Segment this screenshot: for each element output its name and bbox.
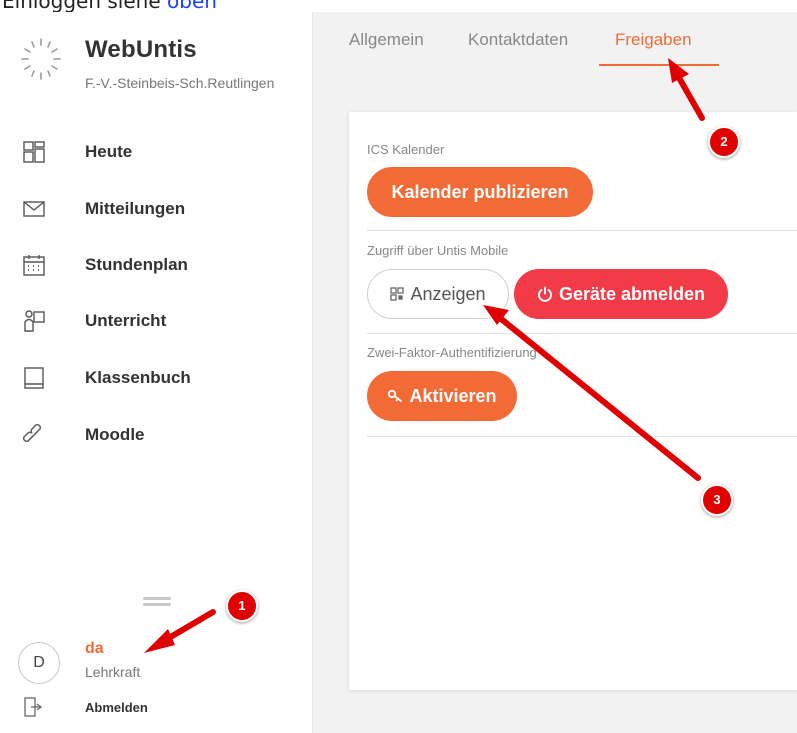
sidebar: WebUntis F.-V.-Steinbeis-Sch.Reutlingen … xyxy=(0,12,313,733)
sidebar-resize-handle[interactable] xyxy=(143,597,171,607)
tab-kontaktdaten[interactable]: Kontaktdaten xyxy=(468,30,568,50)
qr-code-icon xyxy=(390,287,405,301)
tab-freigaben[interactable]: Freigaben xyxy=(615,30,692,50)
power-icon xyxy=(537,286,553,302)
envelope-icon xyxy=(23,201,45,217)
annotation-badge-1: 1 xyxy=(226,590,258,622)
nav-label-moodle: Moodle xyxy=(85,425,145,444)
logout-devices-button[interactable]: Geräte abmelden xyxy=(514,269,728,319)
nav-label-mitteilungen: Mitteilungen xyxy=(85,199,186,218)
divider xyxy=(367,436,797,437)
divider xyxy=(367,230,797,231)
nav-item-moodle[interactable]: Moodle xyxy=(0,415,312,455)
active-tab-indicator xyxy=(599,64,719,66)
show-qr-button[interactable]: Anzeigen xyxy=(367,269,509,319)
dashboard-icon xyxy=(23,141,45,163)
freigaben-card: ICS Kalender Kalender publizieren Zugrif… xyxy=(349,112,797,690)
nav-item-mitteilungen[interactable]: Mitteilungen xyxy=(0,189,312,229)
logout-link[interactable]: Abmelden xyxy=(85,700,148,715)
annotation-badge-2: 2 xyxy=(708,126,740,158)
tab-bar: Allgemein Kontaktdaten Freigaben xyxy=(313,12,797,102)
nav-item-stundenplan[interactable]: Stundenplan xyxy=(0,245,312,285)
nav-item-unterricht[interactable]: Unterricht xyxy=(0,301,312,341)
user-name[interactable]: da xyxy=(85,640,104,658)
logout-devices-label: Geräte abmelden xyxy=(558,283,706,304)
publish-calendar-button[interactable]: Kalender publizieren xyxy=(367,167,593,217)
book-icon xyxy=(24,367,44,389)
show-qr-label: Anzeigen xyxy=(410,283,486,304)
activate-2fa-button[interactable]: Aktivieren xyxy=(367,371,517,421)
divider xyxy=(367,333,797,334)
section-label-ics: ICS Kalender xyxy=(367,142,445,157)
annotation-badge-3: 3 xyxy=(701,484,733,516)
teacher-board-icon xyxy=(24,310,45,332)
link-icon xyxy=(23,424,41,442)
school-name: F.-V.-Steinbeis-Sch.Reutlingen xyxy=(85,75,275,91)
nav-item-heute[interactable]: Heute xyxy=(0,132,312,172)
logout-icon[interactable] xyxy=(24,697,42,717)
tab-allgemein[interactable]: Allgemein xyxy=(349,30,424,50)
section-label-2fa: Zwei-Faktor-Authentifizierung xyxy=(367,345,537,360)
avatar[interactable]: D xyxy=(18,642,60,684)
user-role: Lehrkraft xyxy=(85,664,141,680)
nav-label-klassenbuch: Klassenbuch xyxy=(85,368,191,387)
calendar-icon xyxy=(23,255,45,276)
activate-2fa-label: Aktivieren xyxy=(409,385,497,406)
webuntis-logo-icon xyxy=(21,38,61,80)
nav-label-stundenplan: Stundenplan xyxy=(85,255,188,274)
key-icon xyxy=(387,388,403,404)
main-content: Allgemein Kontaktdaten Freigaben ICS Kal… xyxy=(313,12,797,733)
app-name: WebUntis xyxy=(85,36,197,63)
section-label-mobile: Zugriff über Untis Mobile xyxy=(367,243,509,258)
publish-calendar-label: Kalender publizieren xyxy=(391,181,569,202)
nav-item-klassenbuch[interactable]: Klassenbuch xyxy=(0,358,312,398)
nav-label-heute: Heute xyxy=(85,142,133,161)
nav-label-unterricht: Unterricht xyxy=(85,311,167,330)
